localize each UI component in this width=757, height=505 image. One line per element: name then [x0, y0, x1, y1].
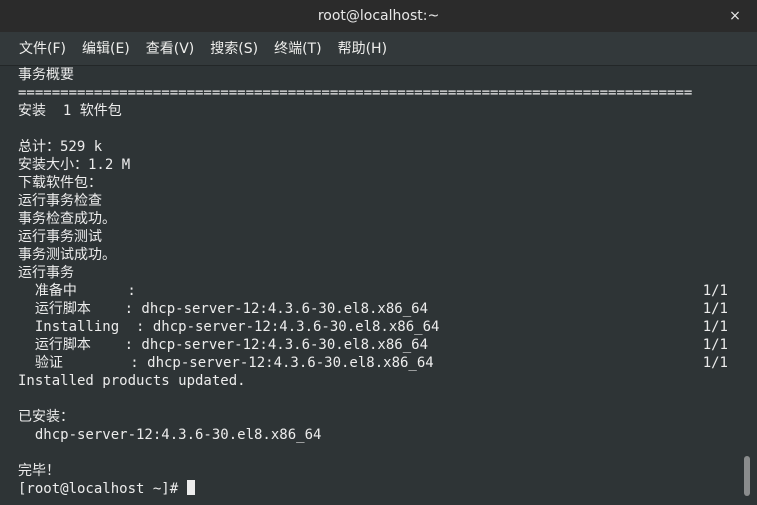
terminal-line: 运行事务测试	[18, 228, 728, 246]
terminal-line: 验证 : dhcp-server-12:4.3.6-30.el8.x86_64 1…	[18, 354, 728, 372]
terminal-lines: 事务概要 ====================================…	[18, 66, 728, 498]
terminal-line: 运行脚本 : dhcp-server-12:4.3.6-30.el8.x86_6…	[18, 336, 728, 354]
terminal-line-text: 安装大小：1.2 M	[18, 157, 131, 173]
terminal-line-text: 已安装：	[18, 409, 74, 425]
terminal-line-text: 准备中 :	[18, 283, 136, 299]
shell-prompt: [root@localhost ~]#	[18, 481, 187, 497]
menubar: 文件(F) 编辑(E) 查看(V) 搜索(S) 终端(T) 帮助(H)	[0, 32, 757, 66]
titlebar: root@localhost:~ ×	[0, 0, 757, 32]
terminal-line: 完毕！	[18, 462, 728, 480]
menu-view[interactable]: 查看(V)	[146, 32, 195, 66]
terminal-line: ========================================…	[18, 84, 728, 102]
terminal-line-text: 完毕！	[18, 463, 60, 479]
menu-edit[interactable]: 编辑(E)	[82, 32, 130, 66]
progress-count: 1/1	[702, 283, 728, 299]
menu-search[interactable]: 搜索(S)	[210, 32, 258, 66]
terminal-window: root@localhost:~ × 文件(F) 编辑(E) 查看(V) 搜索(…	[0, 0, 757, 505]
progress-count: 1/1	[702, 319, 728, 335]
terminal-line: 运行事务检查	[18, 192, 728, 210]
terminal-line: Installed products updated.	[18, 372, 728, 390]
progress-count: 1/1	[702, 301, 728, 317]
menu-file[interactable]: 文件(F)	[19, 32, 66, 66]
prompt-line[interactable]: [root@localhost ~]#	[18, 480, 728, 498]
menu-terminal[interactable]: 终端(T)	[274, 32, 321, 66]
menu-help[interactable]: 帮助(H)	[338, 32, 387, 66]
terminal-line-text: Installing : dhcp-server-12:4.3.6-30.el8…	[18, 319, 440, 335]
window-title: root@localhost:~	[317, 8, 440, 24]
terminal-line-text: 运行事务检查	[18, 193, 102, 209]
terminal-line-text: 事务检查成功。	[18, 211, 116, 227]
terminal-line: 安装大小：1.2 M	[18, 156, 728, 174]
terminal-line: 准备中 : 1/1	[18, 282, 728, 300]
terminal-line-text: ========================================…	[18, 85, 693, 101]
terminal-line-text: 事务测试成功。	[18, 247, 116, 263]
terminal-line-text: 安装 1 软件包	[18, 103, 122, 119]
terminal-line-text: 验证 : dhcp-server-12:4.3.6-30.el8.x86_64	[18, 355, 434, 371]
progress-count: 1/1	[702, 337, 728, 353]
scrollbar-thumb[interactable]	[744, 456, 750, 496]
terminal-line: 总计：529 k	[18, 138, 728, 156]
terminal-line: 已安装：	[18, 408, 728, 426]
progress-count: 1/1	[702, 355, 728, 371]
terminal-output[interactable]: 事务概要 ====================================…	[0, 66, 740, 505]
terminal-line-text: 运行事务	[18, 265, 74, 281]
terminal-line: dhcp-server-12:4.3.6-30.el8.x86_64	[18, 426, 728, 444]
terminal-line: 事务检查成功。	[18, 210, 728, 228]
terminal-line: 事务测试成功。	[18, 246, 728, 264]
terminal-line: Installing : dhcp-server-12:4.3.6-30.el8…	[18, 318, 728, 336]
terminal-line: 运行脚本 : dhcp-server-12:4.3.6-30.el8.x86_6…	[18, 300, 728, 318]
terminal-line-text: 总计：529 k	[18, 139, 103, 155]
terminal-line-text: Installed products updated.	[18, 373, 246, 389]
terminal-line-text: 运行脚本 : dhcp-server-12:4.3.6-30.el8.x86_6…	[18, 337, 429, 353]
terminal-line: 安装 1 软件包	[18, 102, 728, 120]
close-icon[interactable]: ×	[725, 6, 745, 26]
terminal-line: 运行事务	[18, 264, 728, 282]
terminal-line-text: 运行脚本 : dhcp-server-12:4.3.6-30.el8.x86_6…	[18, 301, 429, 317]
terminal-line-text: 下载软件包：	[18, 175, 102, 191]
terminal-line-text: 运行事务测试	[18, 229, 102, 245]
text-cursor	[186, 480, 195, 495]
terminal-line-text: 事务概要	[18, 67, 74, 83]
terminal-line-text: dhcp-server-12:4.3.6-30.el8.x86_64	[18, 427, 322, 443]
scrollbar[interactable]	[740, 66, 757, 505]
terminal-line: 事务概要	[18, 66, 728, 84]
terminal-line: 下载软件包：	[18, 174, 728, 192]
